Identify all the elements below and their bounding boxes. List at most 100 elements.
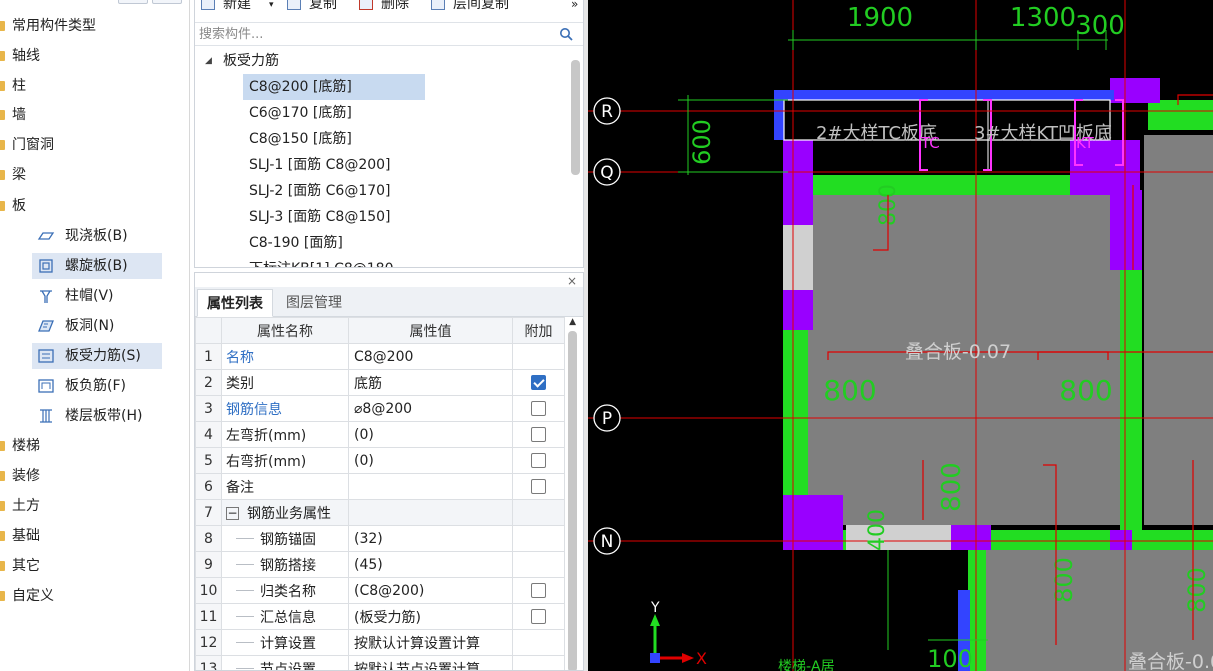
row-number: 2 <box>195 369 222 396</box>
beam <box>774 90 1114 100</box>
row-number: 6 <box>195 473 222 500</box>
extra-checkbox[interactable] <box>531 583 546 598</box>
floor-copy-icon <box>431 0 445 10</box>
extra-cell <box>512 551 565 578</box>
extra-checkbox[interactable] <box>531 609 546 624</box>
extra-cell <box>512 629 565 656</box>
axis-bubble-n: N <box>593 527 621 555</box>
close-panel-button[interactable]: × <box>567 274 577 288</box>
component-item[interactable]: C6@170 [底筋] <box>243 100 360 126</box>
delete-icon <box>359 0 373 10</box>
table-row[interactable]: 10 归类名称 (C8@200) <box>195 577 565 604</box>
ucs-x-label: X <box>696 649 707 668</box>
property-scrollbar[interactable] <box>568 331 577 670</box>
tree-item-cast-slab[interactable]: 现浇板(B) <box>32 223 162 249</box>
kt-marker: KT <box>1076 134 1095 152</box>
dimension-label: 800 <box>1050 557 1078 603</box>
tree-item-negative-rebar[interactable]: 板负筋(F) <box>32 373 162 399</box>
component-item[interactable]: SLJ-2 [面筋 C6@170] <box>243 178 399 204</box>
extra-checkbox[interactable] <box>531 375 546 390</box>
table-row[interactable]: 11 汇总信息 (板受力筋) <box>195 603 565 630</box>
property-panel: × 属性列表 图层管理 属性名称 属性值 附加 1 名称 C8@200 2 类别… <box>194 272 584 671</box>
property-name: 汇总信息 <box>260 609 316 626</box>
tab-layer-manager[interactable]: 图层管理 <box>277 289 351 317</box>
property-value[interactable]: (45) <box>348 551 513 578</box>
property-value[interactable]: 按默认计算设置计算 <box>348 629 513 656</box>
dropdown-arrow-icon[interactable]: ▾ <box>269 0 274 14</box>
property-name: 钢筋搭接 <box>260 557 316 574</box>
table-row[interactable]: 3 钢筋信息 ⌀8@200 <box>195 395 565 422</box>
slab-region[interactable] <box>1144 135 1213 525</box>
dimension-label: 1900 <box>847 3 913 33</box>
tree-connector <box>236 642 254 643</box>
table-row[interactable]: 2 类别 底筋 <box>195 369 565 396</box>
table-row[interactable]: 12 计算设置 按默认计算设置计算 <box>195 629 565 656</box>
table-row[interactable]: 8 钢筋锚固 (32) <box>195 525 565 552</box>
property-value[interactable]: ⌀8@200 <box>348 395 513 422</box>
tree-item-slab-rebar[interactable]: 板受力筋(S) <box>32 343 162 369</box>
panel-button-2[interactable] <box>152 0 182 4</box>
property-value[interactable]: (0) <box>348 447 513 474</box>
tab-property-list[interactable]: 属性列表 <box>197 289 273 317</box>
collapse-triangle-icon[interactable]: ◢ <box>205 50 212 72</box>
tree-item-slab-hole[interactable]: 板洞(N) <box>32 313 162 339</box>
property-name: 节点设置 <box>260 661 316 671</box>
scroll-up-arrow-icon[interactable]: ▲ <box>569 317 576 327</box>
component-list-scrollbar[interactable] <box>571 60 580 175</box>
toolbar-more-button[interactable]: » <box>571 0 578 15</box>
table-row[interactable]: 4 左弯折(mm) (0) <box>195 421 565 448</box>
property-value[interactable]: C8@200 <box>348 343 513 370</box>
panel-button-1[interactable] <box>118 0 148 4</box>
dimension-label: 800 <box>1183 567 1211 613</box>
property-value[interactable]: (0) <box>348 421 513 448</box>
property-value[interactable]: (板受力筋) <box>348 603 513 630</box>
slab-hole-icon <box>38 320 54 332</box>
extra-cell <box>512 343 565 370</box>
wall <box>1120 270 1142 530</box>
component-item[interactable]: C8@150 [底筋] <box>243 126 360 152</box>
property-value[interactable]: 按默认节点设置计算 <box>348 655 513 670</box>
property-table: 属性名称 属性值 附加 1 名称 C8@200 2 类别 底筋 3 钢筋信息 ⌀… <box>195 317 565 671</box>
folder-icon <box>0 531 5 541</box>
component-item[interactable]: C8-190 [面筋] <box>243 230 351 256</box>
row-number: 4 <box>195 421 222 448</box>
ucs-axis-icon: Y X <box>650 600 707 668</box>
component-item[interactable]: SLJ-1 [面筋 C8@200] <box>243 152 399 178</box>
search-icon[interactable] <box>559 27 573 41</box>
property-value[interactable]: (C8@200) <box>348 577 513 604</box>
tree-item-column-cap[interactable]: 柱帽(V) <box>32 283 162 309</box>
stair-label: 楼梯-A居 <box>778 659 835 671</box>
column <box>783 495 843 550</box>
folder-icon <box>0 561 5 571</box>
table-row[interactable]: 6 备注 <box>195 473 565 500</box>
search-input[interactable] <box>199 25 549 43</box>
component-item[interactable]: SLJ-3 [面筋 C8@150] <box>243 204 399 230</box>
table-row[interactable]: 9 钢筋搭接 (45) <box>195 551 565 578</box>
property-value <box>348 499 513 526</box>
property-value[interactable]: (32) <box>348 525 513 552</box>
collapse-minus-icon[interactable]: − <box>226 507 239 520</box>
extra-checkbox[interactable] <box>531 401 546 416</box>
slab-icon <box>37 232 55 240</box>
table-row[interactable]: 5 右弯折(mm) (0) <box>195 447 565 474</box>
drawing-canvas[interactable]: R Q P N 1900 1300 300 600 800 800 800 80… <box>588 0 1213 671</box>
extra-checkbox[interactable] <box>531 427 546 442</box>
table-row-group[interactable]: 7 − 钢筋业务属性 <box>195 499 565 526</box>
component-search <box>195 22 583 46</box>
component-item[interactable]: 下标注KB[1] C8@180 <box>243 256 401 267</box>
tree-item-floor-strip[interactable]: 楼层板带(H) <box>32 403 162 429</box>
table-row[interactable]: 13 节点设置 按默认节点设置计算 <box>195 655 565 671</box>
tree-connector <box>236 538 254 539</box>
column-cap-icon <box>40 290 52 303</box>
property-value[interactable]: 底筋 <box>348 369 513 396</box>
component-item[interactable]: C8@200 [底筋] <box>243 74 425 100</box>
axis-bubble-r: R <box>593 97 621 125</box>
tree-item-spiral-slab[interactable]: 螺旋板(B) <box>32 253 162 279</box>
tree-connector <box>236 590 254 591</box>
table-row[interactable]: 1 名称 C8@200 <box>195 343 565 370</box>
property-value[interactable] <box>348 473 513 500</box>
folder-icon <box>0 441 5 451</box>
property-name: 类别 <box>221 369 349 396</box>
extra-checkbox[interactable] <box>531 453 546 468</box>
extra-checkbox[interactable] <box>531 479 546 494</box>
